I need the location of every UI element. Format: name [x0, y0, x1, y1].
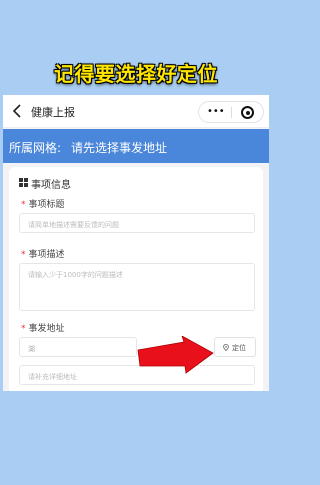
page-title: 健康上报 [31, 106, 75, 119]
title-label-text: 事项标题 [28, 200, 65, 210]
address-field-label: * 事发地址 [21, 321, 65, 334]
locate-label: 定位 [232, 344, 246, 352]
required-mark: * [21, 200, 26, 210]
required-mark: * [21, 324, 26, 334]
description-field-label: * 事项描述 [21, 247, 65, 260]
title-field-label: * 事项标题 [21, 197, 65, 210]
location-pin-icon [223, 344, 229, 351]
locate-button[interactable]: 定位 [214, 337, 256, 357]
description-label-text: 事项描述 [28, 250, 65, 260]
mini-program-capsule: ••• [198, 101, 264, 123]
navigation-bar: 健康上报 ••• [3, 95, 269, 128]
description-textarea[interactable]: 请输入少于1000字的问题描述 [19, 263, 255, 311]
required-mark: * [21, 250, 26, 260]
title-input[interactable]: 请简单地描述需要反馈的问题 [19, 213, 255, 233]
overlay-caption: 记得要选择好定位 [54, 62, 218, 86]
close-target-icon[interactable] [241, 106, 254, 119]
grid-label: 所属网格: [9, 141, 62, 155]
red-arrow-annotation [137, 336, 214, 374]
back-icon[interactable] [11, 104, 23, 118]
capsule-divider [231, 107, 232, 118]
grid-header: 所属网格: 请先选择事发地址 [3, 129, 269, 163]
address-label-text: 事发地址 [28, 324, 65, 334]
address-input[interactable]: 湖 [19, 337, 137, 357]
grid-value: 请先选择事发地址 [71, 141, 168, 155]
section-title: 事项信息 [31, 180, 71, 191]
grid-icon [19, 178, 28, 187]
more-icon[interactable]: ••• [207, 106, 225, 117]
